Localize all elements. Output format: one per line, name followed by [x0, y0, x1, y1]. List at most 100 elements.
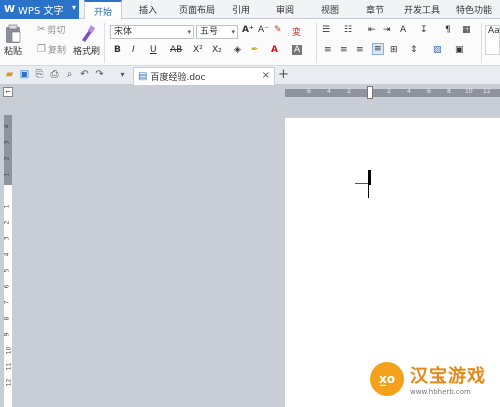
ruler-number: 9 [3, 332, 11, 337]
table-icon[interactable]: ▦ [462, 25, 471, 35]
sort-icon[interactable]: ↧ [420, 25, 428, 35]
tab-view[interactable]: 视图 [313, 0, 347, 19]
borders-icon[interactable]: ▣ [455, 45, 464, 55]
highlight-icon[interactable]: ✒ [251, 45, 259, 55]
ruler-number: 4 [3, 252, 11, 257]
save-icon[interactable]: ▣ [19, 69, 30, 81]
open-folder-icon[interactable]: ▰ [4, 69, 15, 81]
styles-gallery[interactable]: AaB [485, 25, 500, 55]
subscript-button[interactable]: X₂ [212, 45, 222, 55]
font-color-icon[interactable]: A [271, 45, 278, 55]
clipboard-icon [6, 24, 21, 43]
tab-insert[interactable]: 插入 [130, 0, 166, 19]
watermark-text: 汉宝游戏 www.hbherb.com [410, 362, 486, 396]
ruler-number: 1 [3, 172, 11, 177]
show-marks-icon[interactable]: ¶ [445, 25, 451, 35]
print-icon[interactable]: ⎙ [49, 69, 60, 81]
copy-button[interactable]: ❐ 复制 [37, 43, 66, 56]
shading-icon[interactable]: ▨ [433, 45, 442, 55]
ruler-number: 10 [465, 88, 473, 95]
chevron-down-icon: ▾ [231, 28, 235, 36]
ruler-number: 5 [3, 268, 11, 273]
bold-button[interactable]: B [114, 45, 121, 55]
ruler-number: 10 [5, 346, 13, 355]
undo-icon[interactable]: ↶ [79, 69, 90, 81]
tab-page-layout[interactable]: 页面布局 [172, 0, 222, 19]
clear-format-icon[interactable]: ✎ [274, 25, 282, 35]
vertical-ruler[interactable]: 4 3 2 1 1 2 3 4 5 6 7 8 9 10 11 12 [3, 115, 13, 407]
wps-logo-icon: W [4, 4, 16, 15]
document-tab-bar: ▰ ▣ ⎘ ⎙ ⌕ ↶ ↷ ▾ ▤ 百度经验.doc × + [0, 66, 500, 85]
tab-references[interactable]: 引用 [226, 0, 256, 19]
line-spacing-icon[interactable]: ⇕ [410, 45, 418, 55]
redo-icon[interactable]: ↷ [94, 69, 105, 81]
strikethrough-button[interactable]: AB [170, 45, 182, 55]
ribbon-divider [104, 23, 105, 63]
export-icon[interactable]: ⎘ [34, 69, 45, 81]
ruler-number: 4 [327, 88, 331, 95]
new-tab-button[interactable]: + [278, 67, 289, 82]
cut-label: 剪切 [47, 26, 66, 36]
tab-developer[interactable]: 开发工具 [400, 0, 444, 19]
shrink-font-button[interactable]: A⁻ [258, 25, 269, 35]
font-name-select[interactable]: 宋体 ▾ [110, 25, 194, 39]
ruler-number: 8 [447, 88, 451, 95]
close-icon[interactable]: × [262, 70, 270, 81]
grow-font-button[interactable]: A⁺ [242, 25, 254, 35]
ruler-number: 11 [5, 362, 13, 371]
decrease-indent-icon[interactable]: ⇤ [368, 25, 376, 35]
ruler-page-region [4, 185, 12, 407]
document-tab-title: 百度经验.doc [150, 73, 206, 83]
document-tab[interactable]: ▤ 百度经验.doc × [133, 67, 275, 85]
doc-file-icon: ▤ [138, 71, 148, 82]
distributed-icon[interactable]: ⊞ [390, 45, 398, 55]
bullets-icon[interactable]: ☰ [322, 25, 330, 35]
chinese-layout-icon[interactable]: A [400, 25, 406, 35]
format-painter-button[interactable]: 格式刷 [73, 24, 100, 57]
font-name-value: 宋体 [114, 27, 133, 37]
ruler-number: 6 [427, 88, 431, 95]
paste-button[interactable]: 粘贴 [4, 24, 22, 57]
tab-home[interactable]: 开始 [84, 0, 122, 20]
superscript-button[interactable]: X² [193, 45, 203, 55]
ruler-number: 3 [3, 140, 11, 145]
align-center-icon[interactable]: ≡ [340, 45, 348, 55]
increase-indent-icon[interactable]: ⇥ [383, 25, 391, 35]
horizontal-ruler[interactable]: 6 4 2 2 4 6 8 10 12 [285, 86, 500, 99]
app-menu-button[interactable]: W WPS 文字 ▾ [0, 0, 79, 19]
numbering-icon[interactable]: ☷ [344, 25, 352, 35]
text-effects-icon[interactable]: ◈ [234, 45, 241, 55]
scissors-icon: ✂ [37, 24, 46, 35]
ruler-number: 6 [307, 88, 311, 95]
phonetic-guide-icon[interactable]: 変 [292, 25, 301, 38]
tab-review[interactable]: 审阅 [268, 0, 302, 19]
copy-icon: ❐ [37, 44, 46, 55]
margin-corner-mark [355, 183, 369, 184]
align-right-icon[interactable]: ≡ [356, 45, 364, 55]
align-left-icon[interactable]: ≡ [324, 45, 332, 55]
ruler-number: 6 [3, 284, 11, 289]
brush-icon [81, 25, 95, 42]
justify-icon[interactable]: ≡ [372, 43, 384, 55]
font-size-select[interactable]: 五号 ▾ [196, 25, 238, 39]
cut-button[interactable]: ✂ 剪切 [37, 23, 65, 36]
underline-button[interactable]: U [150, 45, 157, 55]
ruler-number: 4 [3, 124, 11, 129]
app-title: WPS 文字 [18, 6, 64, 17]
font-size-value: 五号 [200, 27, 219, 37]
tab-special-features[interactable]: 特色功能 [450, 0, 498, 19]
italic-button[interactable]: I [132, 45, 135, 55]
paste-label: 粘贴 [4, 47, 23, 57]
indent-marker[interactable] [367, 86, 373, 99]
ruler-number: 8 [3, 316, 11, 321]
ribbon-divider [481, 23, 482, 63]
tab-stop-selector-icon[interactable]: ⌐ [3, 87, 13, 97]
tab-chapter[interactable]: 章节 [358, 0, 392, 19]
ribbon-toolbar: 粘贴 ✂ 剪切 ❐ 复制 格式刷 宋体 ▾ 五号 ▾ A⁺ A⁻ ✎ 変 B I… [0, 19, 500, 66]
print-preview-icon[interactable]: ⌕ [64, 69, 75, 81]
chevron-down-icon: ▾ [187, 28, 191, 36]
ruler-number: 2 [387, 88, 391, 95]
char-shading-icon[interactable]: A [292, 45, 303, 55]
ruler-number: 7 [3, 300, 11, 305]
customize-toolbar-icon[interactable]: ▾ [117, 69, 128, 81]
